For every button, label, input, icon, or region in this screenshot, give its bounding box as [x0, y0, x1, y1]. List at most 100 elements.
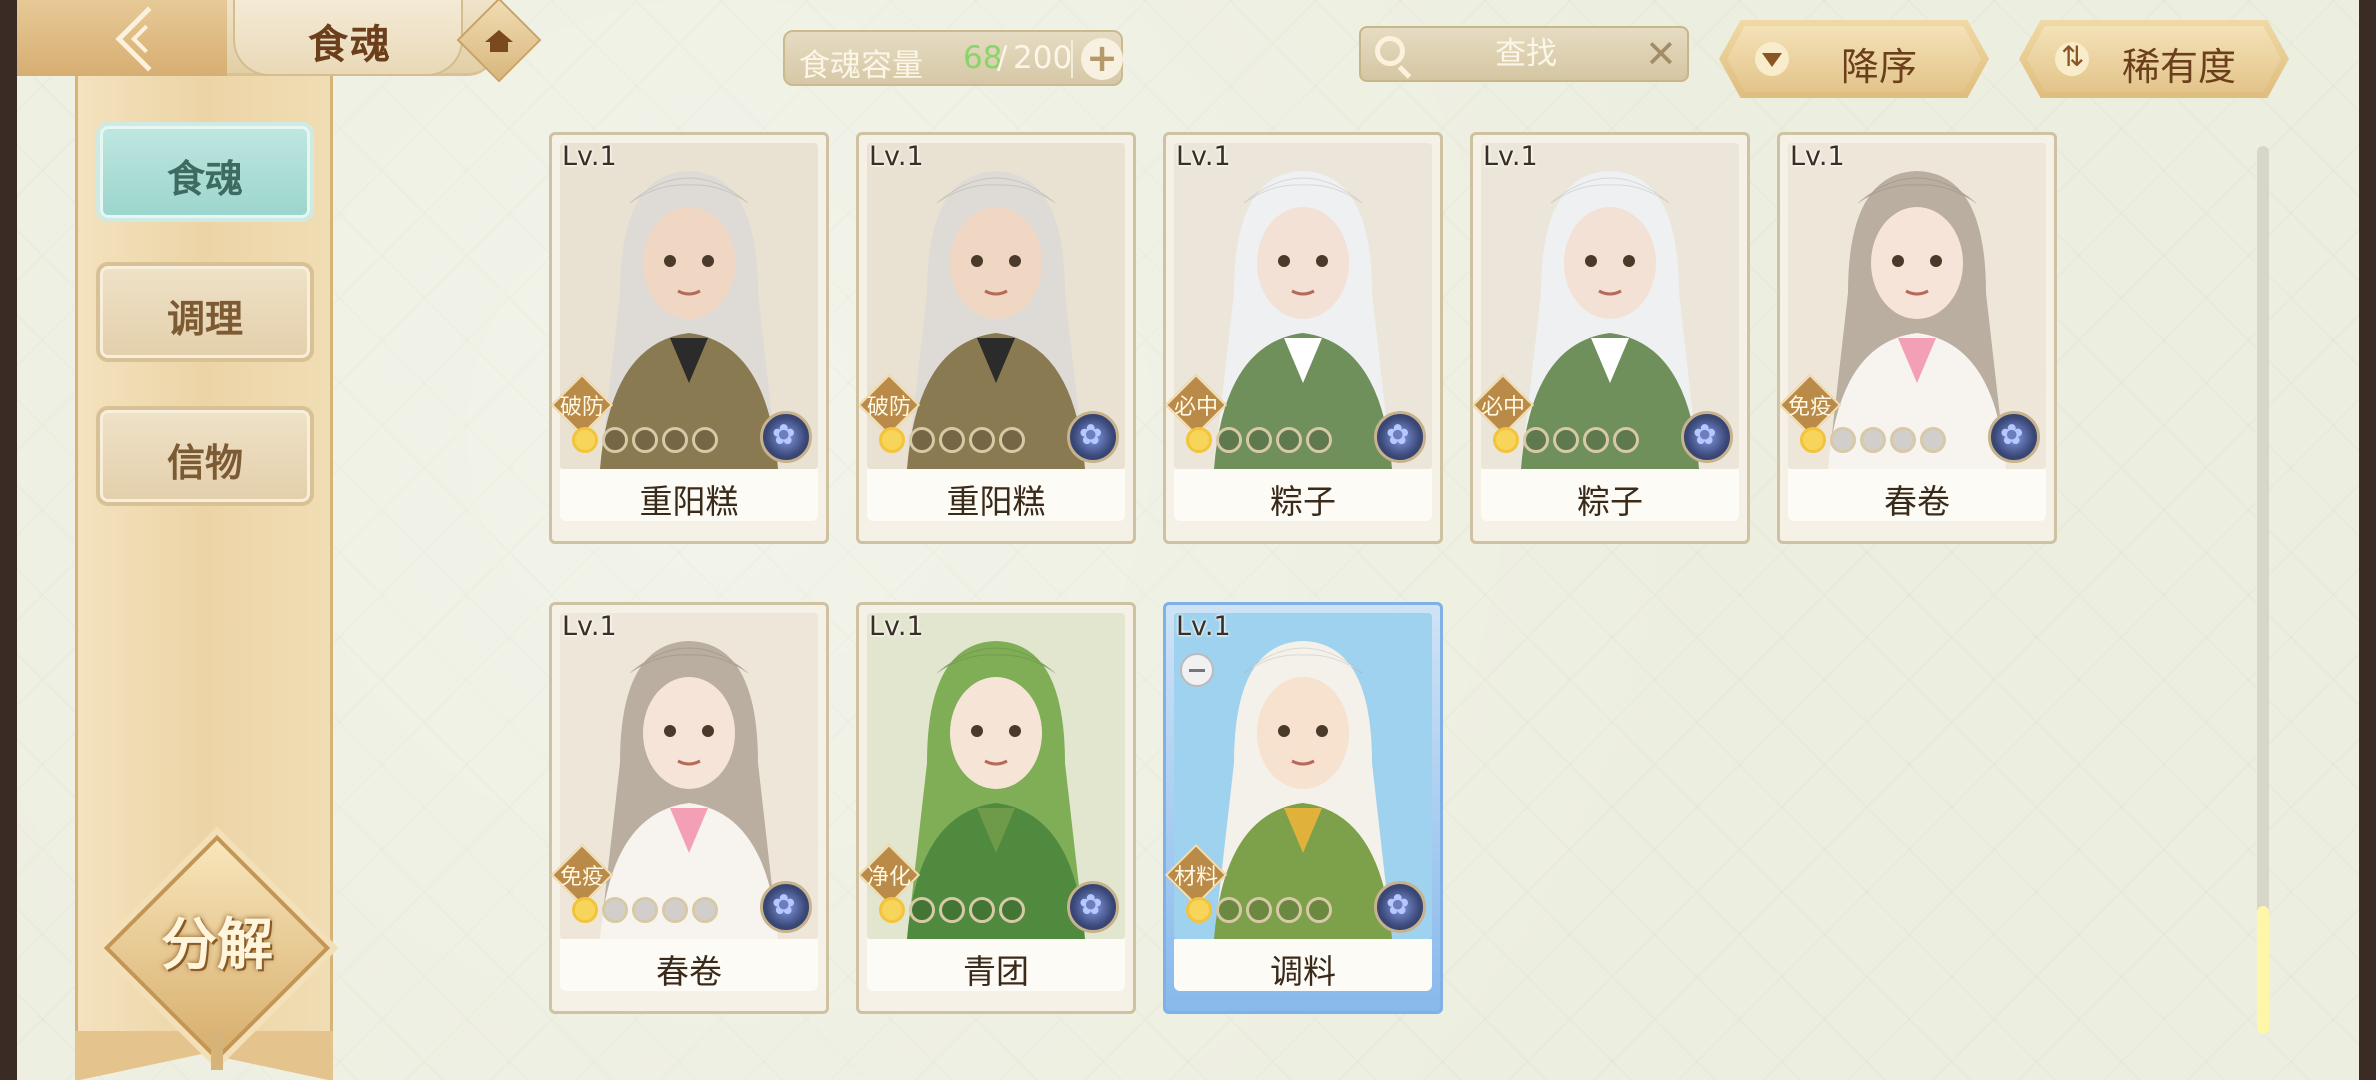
star-icon	[692, 897, 718, 923]
star-rating	[1186, 427, 1336, 457]
star-icon	[1800, 427, 1826, 453]
food-soul-card[interactable]: Lv.1 免疫春卷	[1777, 132, 2057, 544]
card-level: Lv.1	[1483, 141, 1538, 172]
food-soul-card[interactable]: Lv.1 免疫春卷	[549, 602, 829, 1014]
sidebar-item-label: 食魂	[166, 156, 243, 201]
capacity-indicator: 食魂容量 68 / 200 +	[783, 30, 1123, 86]
card-level: Lv.1	[562, 141, 617, 172]
skill-tag-label: 免疫	[559, 865, 604, 890]
sort-rarity-label: 稀有度	[2121, 45, 2236, 89]
card-name: 粽子	[1577, 482, 1643, 521]
star-icon	[632, 427, 658, 453]
capacity-label: 食魂容量	[799, 48, 923, 84]
food-soul-card[interactable]: Lv.1 必中粽子	[1163, 132, 1443, 544]
star-icon	[1493, 427, 1519, 453]
star-icon	[1860, 427, 1886, 453]
skill-tag-label: 破防	[559, 395, 604, 420]
food-soul-screen: 食魂 食魂容量 68 / 200 + ✕ 降序 稀有度 食魂 调理	[17, 0, 2359, 1080]
star-rating	[1800, 427, 1950, 457]
search-input[interactable]	[1421, 34, 1631, 74]
sidebar-item-token[interactable]: 信物	[96, 406, 314, 506]
star-icon	[1246, 427, 1272, 453]
expand-capacity-button[interactable]: +	[1081, 36, 1123, 80]
food-soul-card[interactable]: Lv.1 净化青团	[856, 602, 1136, 1014]
decompose-label[interactable]: 分解	[129, 900, 305, 981]
element-emblem-icon	[1067, 411, 1119, 463]
skill-tag-label: 净化	[866, 865, 911, 890]
food-soul-card[interactable]: Lv.1 必中粽子	[1470, 132, 1750, 544]
star-icon	[662, 897, 688, 923]
star-icon	[1890, 427, 1916, 453]
star-rating	[572, 427, 722, 457]
card-name: 春卷	[656, 952, 722, 991]
skill-tag: 破防	[550, 373, 614, 437]
card-level: Lv.1	[1176, 611, 1231, 642]
star-icon	[662, 427, 688, 453]
card-namebar: 青团	[867, 939, 1125, 991]
star-rating	[879, 897, 1029, 927]
sort-rarity-button[interactable]: 稀有度	[2019, 20, 2289, 98]
skill-tag: 净化	[857, 843, 921, 907]
food-soul-card[interactable]: Lv.1 破防重阳糕	[549, 132, 829, 544]
card-name: 调料	[1270, 952, 1336, 991]
scrollbar[interactable]	[2257, 146, 2269, 1034]
star-icon	[1186, 897, 1212, 923]
star-rating	[1493, 427, 1643, 457]
element-emblem-icon	[1067, 881, 1119, 933]
food-soul-card[interactable]: Lv.1 材料调料	[1163, 602, 1443, 1014]
skill-tag: 免疫	[550, 843, 614, 907]
tassel-ornament	[211, 1030, 223, 1070]
skill-tag: 材料	[1164, 843, 1228, 907]
skill-tag: 必中	[1164, 373, 1228, 437]
deselect-minus-icon[interactable]	[1180, 653, 1214, 687]
star-icon	[602, 427, 628, 453]
star-icon	[1306, 897, 1332, 923]
star-icon	[1246, 897, 1272, 923]
star-icon	[692, 427, 718, 453]
card-namebar: 粽子	[1174, 469, 1432, 521]
star-icon	[1613, 427, 1639, 453]
skill-tag-label: 免疫	[1787, 395, 1832, 420]
sidebar-item-cook[interactable]: 调理	[96, 262, 314, 362]
sidebar-item-label: 调理	[166, 296, 243, 341]
star-icon	[1830, 427, 1856, 453]
star-icon	[879, 427, 905, 453]
card-namebar: 重阳糕	[867, 469, 1125, 521]
search-icon	[1375, 36, 1405, 66]
search-box: ✕	[1359, 26, 1689, 82]
back-button[interactable]	[17, 0, 227, 76]
scrollbar-thumb[interactable]	[2257, 906, 2269, 1034]
capacity-divider	[1071, 40, 1073, 78]
card-name: 粽子	[1270, 482, 1336, 521]
element-emblem-icon	[1681, 411, 1733, 463]
star-icon	[939, 427, 965, 453]
star-icon	[1920, 427, 1946, 453]
house-icon	[485, 26, 513, 54]
card-name: 春卷	[1884, 482, 1950, 521]
star-icon	[1186, 427, 1212, 453]
star-icon	[1523, 427, 1549, 453]
card-name: 青团	[963, 952, 1029, 991]
back-arrow-icon	[115, 6, 181, 72]
skill-tag-label: 必中	[1480, 395, 1525, 420]
card-namebar: 调料	[1174, 939, 1432, 991]
skill-tag-label: 破防	[866, 395, 911, 420]
star-icon	[969, 427, 995, 453]
skill-tag-label: 材料	[1173, 865, 1218, 890]
sort-order-button[interactable]: 降序	[1719, 20, 1989, 98]
skill-tag: 必中	[1471, 373, 1535, 437]
star-icon	[969, 897, 995, 923]
element-emblem-icon	[1374, 411, 1426, 463]
capacity-separator: /	[997, 40, 1008, 76]
card-level: Lv.1	[869, 611, 924, 642]
card-level: Lv.1	[1790, 141, 1845, 172]
star-icon	[1216, 897, 1242, 923]
clear-search-icon[interactable]: ✕	[1645, 32, 1677, 76]
card-namebar: 春卷	[560, 939, 818, 991]
star-icon	[1583, 427, 1609, 453]
food-soul-card[interactable]: Lv.1 破防重阳糕	[856, 132, 1136, 544]
page-title: 食魂	[308, 21, 392, 68]
sidebar-item-food-soul[interactable]: 食魂	[96, 122, 314, 222]
plus-icon: +	[1086, 36, 1118, 80]
card-level: Lv.1	[562, 611, 617, 642]
